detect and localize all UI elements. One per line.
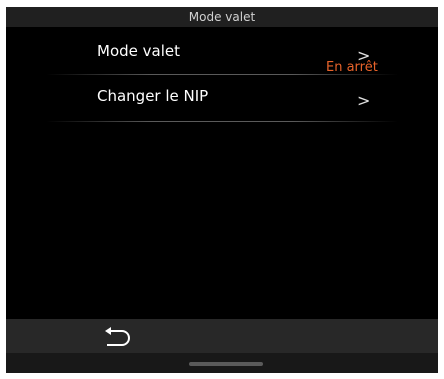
status-text: En arrêt: [326, 60, 378, 75]
chevron-right-icon: >: [357, 91, 371, 110]
screen: Mode valet Mode valet > En arrêt Changer…: [6, 7, 438, 373]
menu-item-label: Changer le NIP: [97, 87, 209, 105]
bottom-bar: [6, 319, 438, 353]
home-indicator[interactable]: [189, 362, 263, 366]
home-strip: [6, 353, 438, 373]
divider: [46, 74, 398, 75]
menu-item-label: Mode valet: [97, 42, 180, 60]
divider: [46, 121, 398, 122]
back-button[interactable]: [98, 323, 134, 349]
menu-item-changer-nip[interactable]: Changer le NIP >: [6, 79, 438, 125]
page-title: Mode valet: [6, 7, 438, 27]
back-arrow-icon: [105, 327, 130, 346]
